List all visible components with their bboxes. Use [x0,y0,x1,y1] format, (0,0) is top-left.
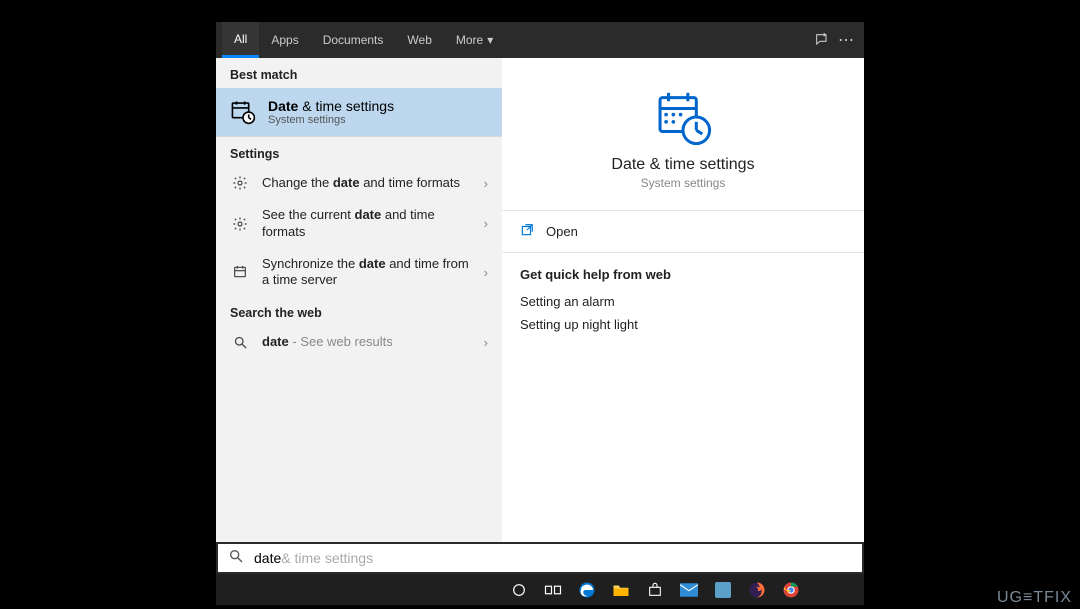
tab-more[interactable]: More ▾ [444,22,505,58]
chevron-right-icon: › [484,265,488,280]
task-view-icon[interactable] [536,574,570,605]
results-column: Best match Date & time settings Sy [216,58,502,542]
calendar-clock-icon [654,88,712,146]
feedback-icon[interactable] [810,32,834,48]
app-icon[interactable] [706,574,740,605]
web-result-label: date - See web results [262,334,472,350]
search-scope-tabs: All Apps Documents Web More ▾ ⋯ [216,22,864,58]
open-label: Open [546,224,578,239]
tab-documents[interactable]: Documents [311,22,396,58]
best-match-title: Date & time settings [268,98,394,114]
best-match-result[interactable]: Date & time settings System settings [216,88,502,137]
tab-apps[interactable]: Apps [259,22,310,58]
calendar-clock-icon [230,99,256,125]
setting-result[interactable]: See the current date and time formats › [216,199,502,248]
gear-icon [230,175,250,191]
setting-result[interactable]: Synchronize the date and time from a tim… [216,248,502,297]
open-icon [520,223,534,240]
search-input-bar[interactable]: date & time settings [216,542,864,574]
search-input[interactable]: date & time settings [254,550,373,566]
sync-icon [230,264,250,280]
search-icon [228,548,244,569]
help-link[interactable]: Setting up night light [520,313,846,336]
search-web-header: Search the web [216,296,502,326]
chevron-right-icon: › [484,176,488,191]
settings-header: Settings [216,137,502,167]
taskbar [216,574,864,605]
tab-all[interactable]: All [222,22,259,58]
firefox-icon[interactable] [740,574,774,605]
more-options-icon[interactable]: ⋯ [834,30,858,50]
web-result[interactable]: date - See web results › [216,326,502,358]
tab-web[interactable]: Web [395,22,443,58]
settings-results-list: Change the date and time formats › See t… [216,167,502,296]
chevron-down-icon: ▾ [487,33,493,47]
watermark: UG≡TFIX [997,589,1072,607]
store-icon[interactable] [638,574,672,605]
best-match-subtitle: System settings [268,114,394,126]
preview-title: Date & time settings [611,156,754,174]
preview-header: Date & time settings System settings [502,58,864,211]
chevron-right-icon: › [484,216,488,231]
preview-subtitle: System settings [641,176,726,190]
setting-result[interactable]: Change the date and time formats › [216,167,502,199]
setting-result-label: Change the date and time formats [262,175,472,191]
preview-pane: Date & time settings System settings Ope… [502,58,864,542]
help-section: Get quick help from web Setting an alarm… [502,253,864,350]
gear-icon [230,216,250,232]
cortana-icon[interactable] [502,574,536,605]
setting-result-label: Synchronize the date and time from a tim… [262,256,472,289]
open-action[interactable]: Open [502,211,864,253]
edge-icon[interactable] [570,574,604,605]
chrome-icon[interactable] [774,574,808,605]
best-match-header: Best match [216,58,502,88]
search-main: Best match Date & time settings Sy [216,58,864,542]
help-link[interactable]: Setting an alarm [520,290,846,313]
file-explorer-icon[interactable] [604,574,638,605]
tab-more-label: More [456,33,483,47]
search-icon [230,335,250,350]
setting-result-label: See the current date and time formats [262,207,472,240]
mail-icon[interactable] [672,574,706,605]
help-header: Get quick help from web [520,267,846,282]
chevron-right-icon: › [484,335,488,350]
search-panel: All Apps Documents Web More ▾ ⋯ Best mat… [216,22,864,574]
